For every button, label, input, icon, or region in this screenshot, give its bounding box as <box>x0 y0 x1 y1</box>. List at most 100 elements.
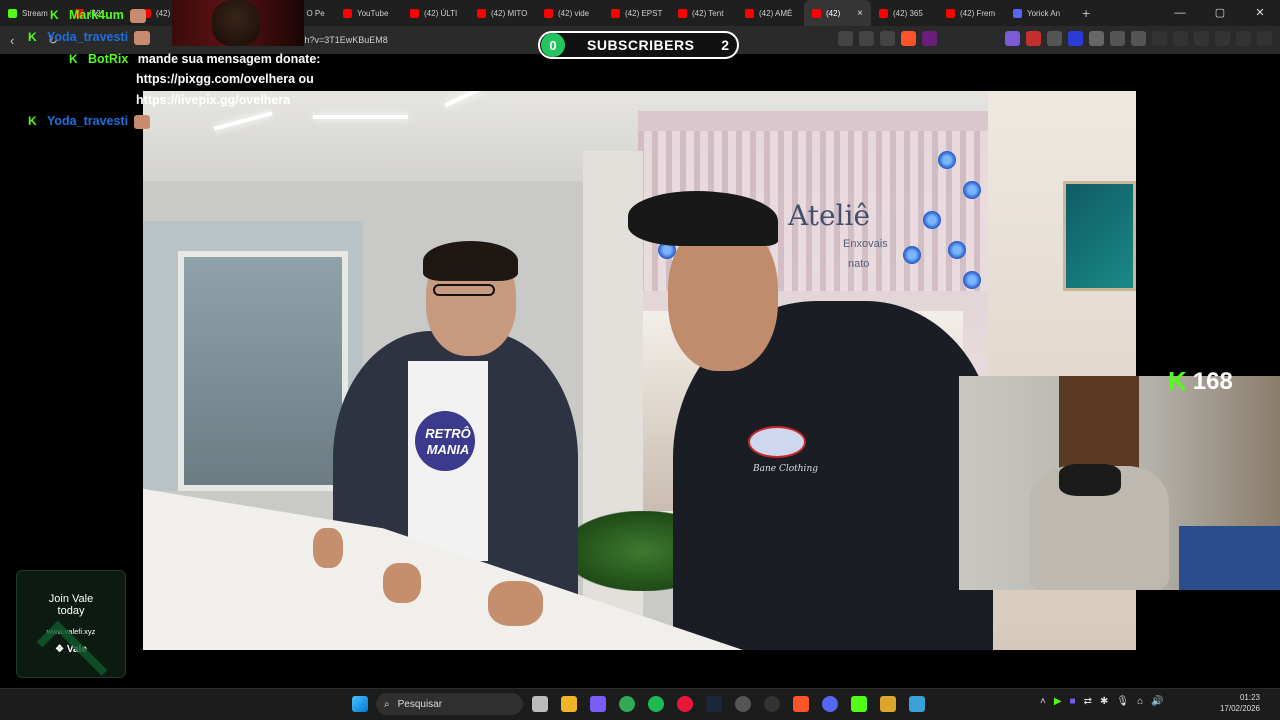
browser-tab[interactable]: (42) vide <box>536 0 603 26</box>
emote-icon <box>134 114 151 129</box>
address-input[interactable]: ch?v=3T1EwKBuEM8 <box>300 31 540 49</box>
tray-app-icon[interactable]: ■ <box>1070 696 1076 707</box>
tab-favicon-icon <box>812 8 821 18</box>
brave-shield-icon[interactable] <box>901 31 916 46</box>
kick-badge-icon: K <box>69 52 78 66</box>
glass-door <box>178 251 348 491</box>
music-icon[interactable] <box>1152 31 1167 46</box>
extension-icons <box>838 31 937 46</box>
tab-label: (42) vide <box>558 8 590 18</box>
chat-username[interactable]: Yoda_travesti <box>47 30 128 44</box>
app-icon[interactable] <box>590 696 606 712</box>
app-icon[interactable] <box>764 696 780 712</box>
tab-label: (42) EPST <box>625 8 663 18</box>
browser-tab[interactable]: Yorick An <box>1005 0 1072 26</box>
clock-time: 01:23 <box>1239 693 1260 702</box>
system-tray: ˄ ▶ ■ ⇄ ✱ 🎙 ⌂ 🔊 <box>1040 696 1164 707</box>
browser-tab[interactable]: (42) MITO <box>469 0 536 26</box>
minimize-button[interactable]: — <box>1160 0 1200 26</box>
spotify-icon[interactable] <box>648 696 664 712</box>
viewer-count-value: 168 <box>1192 367 1233 395</box>
brave-icon[interactable] <box>793 696 809 712</box>
extension-icon[interactable] <box>1026 31 1041 46</box>
chevron-up-icon[interactable]: ˄ <box>1040 696 1046 707</box>
screenshot-icon[interactable] <box>1131 31 1146 46</box>
sidebar-icon[interactable] <box>1173 31 1188 46</box>
viewer-count: K 168 <box>1168 366 1233 397</box>
browser-tab[interactable]: YouTube <box>335 0 402 26</box>
kick-badge-icon: K <box>28 30 37 44</box>
bookmark-icon[interactable] <box>880 31 895 46</box>
ad-line1: Join Vale <box>48 593 94 605</box>
close-window-button[interactable]: ✕ <box>1240 0 1280 26</box>
notepad-icon[interactable] <box>909 696 925 712</box>
discord-icon[interactable] <box>822 696 838 712</box>
search-icon: ⌕ <box>384 698 390 710</box>
menu-icon[interactable] <box>1257 31 1272 46</box>
windows-start-icon[interactable] <box>352 696 368 712</box>
browser-tab[interactable]: (42) ÚLTI <box>402 0 469 26</box>
webcam-desk <box>1179 526 1280 590</box>
extension-icon[interactable] <box>1068 31 1083 46</box>
file-explorer-icon[interactable] <box>561 696 577 712</box>
webcam-chair-headrest <box>1059 464 1121 496</box>
network-icon[interactable]: ⌂ <box>1137 696 1143 707</box>
screen-icon[interactable] <box>838 31 853 46</box>
vpn-icon[interactable] <box>1236 31 1251 46</box>
subscribers-left-count: 0 <box>541 33 565 57</box>
tray-app-icon[interactable]: ▶ <box>1054 696 1062 707</box>
back-icon[interactable]: ‹ <box>10 33 14 48</box>
browser-tab[interactable]: (42) × <box>804 0 871 26</box>
kick-app-icon[interactable] <box>851 696 867 712</box>
tab-favicon-icon <box>611 8 620 18</box>
task-view-icon[interactable] <box>532 696 548 712</box>
mic-icon[interactable]: 🎙 <box>1116 696 1129 707</box>
tab-favicon-icon <box>343 8 352 18</box>
tray-app-icon[interactable]: ⇄ <box>1084 696 1092 707</box>
window-controls: — ▢ ✕ <box>1160 0 1280 26</box>
tab-favicon-icon <box>8 8 17 18</box>
chat-username[interactable]: Mark4um <box>69 8 124 22</box>
chat-line: https://pixgg.com/ovelhera ou <box>136 72 314 86</box>
taskbar-search[interactable]: ⌕ Pesquisar <box>376 693 523 715</box>
tab-label: (42) ÚLTI <box>424 8 458 18</box>
browser-tab[interactable]: (42) AMÉ <box>737 0 804 26</box>
hoodie-logo <box>748 426 806 458</box>
share-icon[interactable] <box>859 31 874 46</box>
hand <box>313 528 343 568</box>
hoodie-text: Bane Clothing <box>753 464 818 474</box>
chat-username[interactable]: Yoda_travesti <box>47 114 128 128</box>
hand <box>488 581 543 626</box>
wallet-icon[interactable] <box>1194 31 1209 46</box>
browser-tab[interactable]: (42) Frem <box>938 0 1005 26</box>
puzzle-icon[interactable] <box>1110 31 1125 46</box>
clock[interactable]: 01:23 17/02/2026 <box>1200 692 1260 714</box>
bluetooth-icon[interactable]: ✱ <box>1100 696 1108 707</box>
browser-tab[interactable]: (42) EPST <box>603 0 670 26</box>
opera-icon[interactable] <box>677 696 693 712</box>
ad-box[interactable]: Join Vale today www.valefi.xyz ❖ Vale <box>16 570 126 692</box>
chrome-icon[interactable] <box>619 696 635 712</box>
leo-icon[interactable] <box>1215 31 1230 46</box>
app-icon[interactable] <box>880 696 896 712</box>
tab-close-icon[interactable]: × <box>857 8 863 19</box>
steam-icon[interactable] <box>706 696 722 712</box>
brave-rewards-icon[interactable] <box>922 31 937 46</box>
extension-icon[interactable] <box>1089 31 1104 46</box>
maximize-button[interactable]: ▢ <box>1200 0 1240 26</box>
store-sign-sub1: Enxovais <box>843 238 888 250</box>
chat-message: mande sua mensagem donate: <box>137 52 321 66</box>
tab-label: YouTube <box>357 8 389 18</box>
browser-tab[interactable]: (42) 365 <box>871 0 938 26</box>
chat-message: https://livepix.gg/ovelhera <box>136 93 291 107</box>
chat-username[interactable]: BotRix <box>88 52 128 66</box>
extension-icon[interactable] <box>1005 31 1020 46</box>
obs-icon[interactable] <box>735 696 751 712</box>
subscribers-widget: 0 SUBSCRIBERS 2 <box>538 31 739 59</box>
new-tab-button[interactable]: + <box>1072 5 1100 21</box>
extension-icon[interactable] <box>1047 31 1062 46</box>
volume-icon[interactable]: 🔊 <box>1151 696 1163 707</box>
browser-tab[interactable]: (42) Tent <box>670 0 737 26</box>
tab-label: (42) <box>156 8 171 18</box>
toolbar-icons <box>1005 31 1272 46</box>
